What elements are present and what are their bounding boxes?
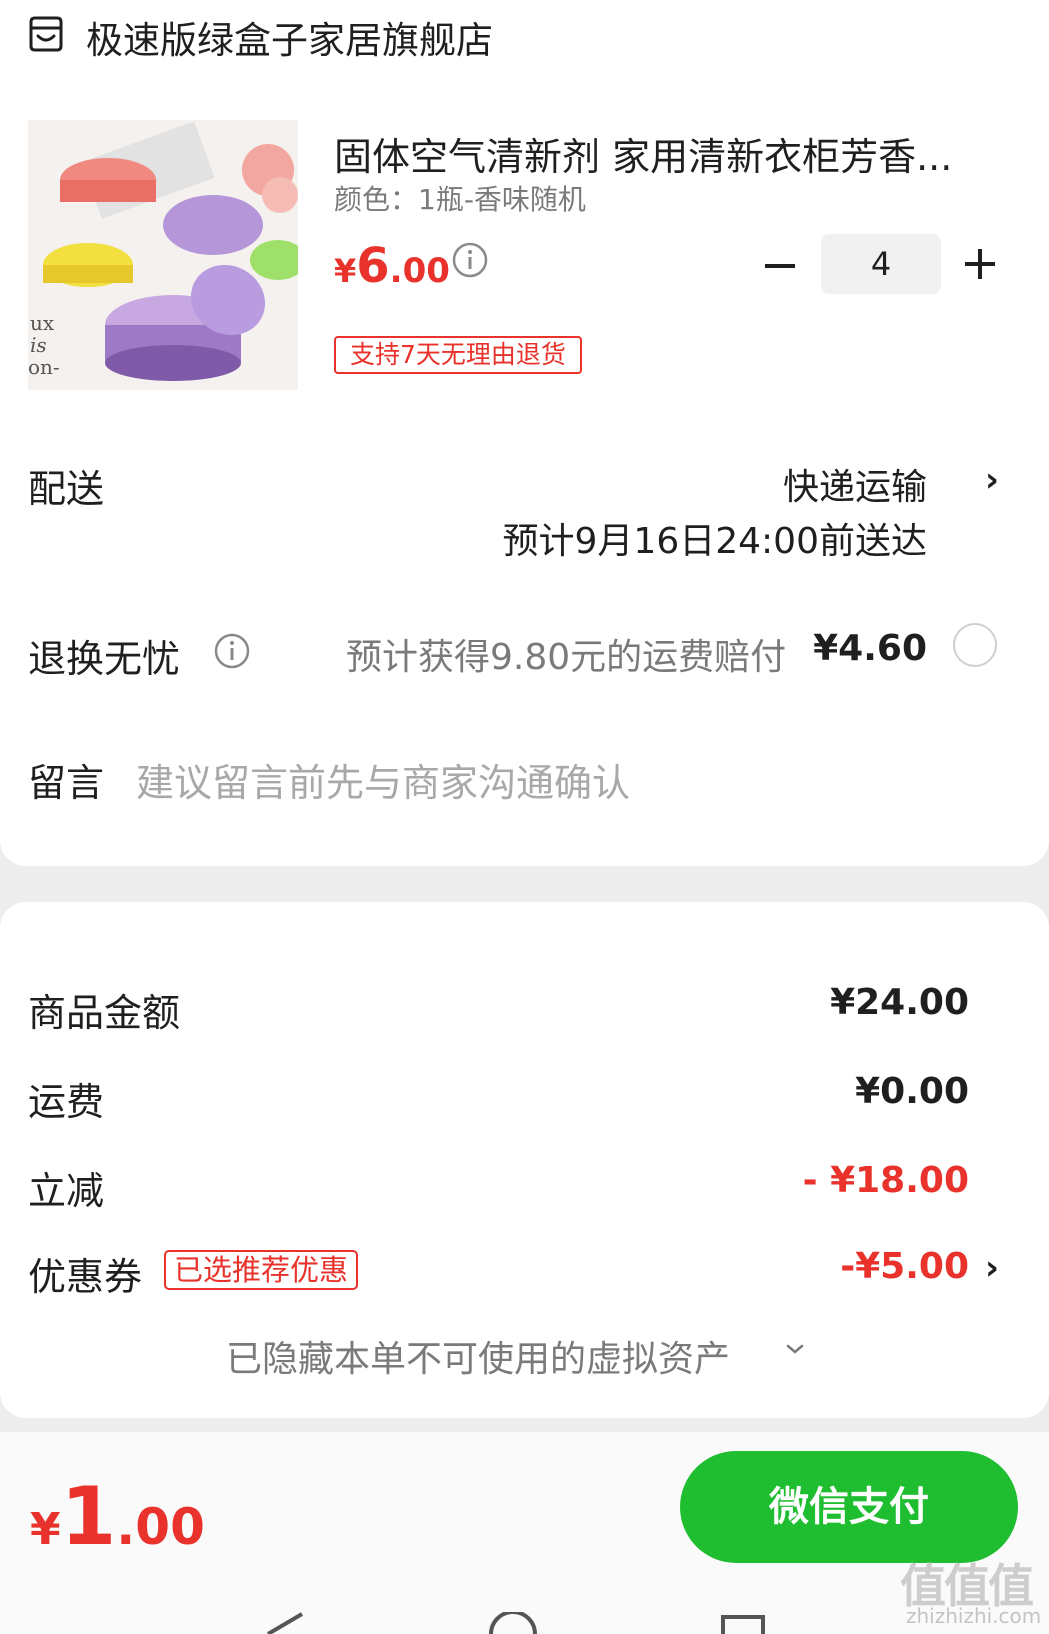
product-spec[interactable]: 颜色：1瓶-香味随机 [334, 178, 586, 218]
discount-label: 立减 [28, 1169, 105, 1213]
coupon-chevron-icon[interactable]: › [985, 1248, 999, 1288]
delivery-method[interactable]: 快递运输 [783, 458, 927, 510]
shop-name[interactable]: 极速版绿盒子家居旗舰店 [86, 10, 493, 64]
shipping-value: ¥0.00 [855, 1071, 969, 1112]
svg-text:ux: ux [30, 311, 55, 335]
price-info-icon[interactable] [451, 241, 489, 279]
delivery-eta: 预计9月16日24:00前送达 [502, 521, 927, 562]
nav-back-icon[interactable] [262, 1612, 306, 1634]
total-integer: 1 [60, 1470, 117, 1563]
coupon-badge: 已选推荐优惠 [164, 1250, 359, 1290]
quantity-minus-button[interactable] [762, 248, 798, 284]
svg-text:on-: on- [28, 355, 60, 379]
shipping-label: 运费 [28, 1080, 105, 1124]
chevron-down-icon[interactable] [784, 1342, 806, 1356]
nav-recents-icon[interactable] [720, 1614, 766, 1634]
goods-amount-label: 商品金额 [28, 991, 181, 1035]
store-icon [29, 16, 63, 52]
return-worry-radio[interactable] [953, 623, 997, 667]
message-label: 留言 [28, 761, 105, 805]
hidden-assets-note[interactable]: 已隐藏本单不可使用的虚拟资产 [226, 1330, 730, 1382]
quantity-input[interactable]: 4 [821, 234, 941, 294]
price-decimal: .00 [389, 251, 450, 291]
return-policy-badge: 支持7天无理由退货 [334, 336, 582, 374]
discount-value: - ¥18.00 [802, 1160, 969, 1201]
svg-text:is: is [30, 333, 47, 357]
coupon-value[interactable]: -¥5.00 [840, 1246, 969, 1287]
return-info-icon[interactable] [213, 632, 251, 670]
coupon-label: 优惠券 [28, 1255, 143, 1299]
total-decimal: .00 [116, 1498, 205, 1556]
unit-price: ¥6.00 [334, 238, 450, 294]
watermark-url: zhizhizhi.com [906, 1604, 1042, 1628]
wechat-pay-button[interactable]: 微信支付 [680, 1451, 1018, 1563]
delivery-label: 配送 [28, 467, 105, 511]
price-currency: ¥ [334, 252, 357, 290]
return-worry-desc: 预计获得9.80元的运费赔付 [346, 637, 787, 678]
goods-amount-value: ¥24.00 [830, 982, 969, 1023]
product-title[interactable]: 固体空气清新剂 家用清新衣柜芳香... [334, 126, 952, 181]
delivery-chevron-icon[interactable]: › [985, 460, 999, 500]
total-currency: ¥ [30, 1504, 61, 1555]
quantity-plus-button[interactable] [962, 246, 998, 282]
message-input[interactable]: 建议留言前先与商家沟通确认 [136, 752, 630, 807]
return-worry-label: 退换无忧 [28, 637, 181, 681]
nav-home-icon[interactable] [488, 1612, 538, 1634]
total-price: ¥1.00 [30, 1470, 205, 1563]
product-image[interactable]: ux is on- [28, 120, 298, 390]
return-worry-price: ¥4.60 [813, 628, 927, 669]
price-integer: 6 [356, 238, 390, 294]
air-freshener-image: ux is on- [28, 120, 298, 390]
